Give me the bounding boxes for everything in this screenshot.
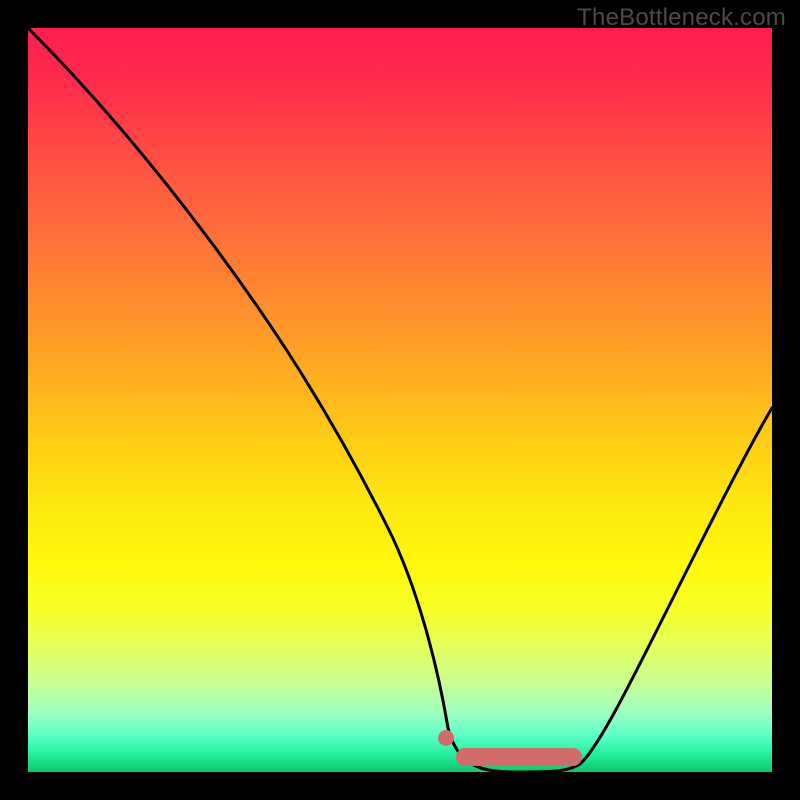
chart-frame: TheBottleneck.com — [0, 0, 800, 800]
bottleneck-curve — [28, 28, 772, 772]
plot-area — [28, 28, 772, 772]
optimal-start-dot-icon — [438, 730, 454, 746]
curve-layer — [28, 28, 772, 772]
optimal-range-bar-icon — [456, 748, 582, 766]
